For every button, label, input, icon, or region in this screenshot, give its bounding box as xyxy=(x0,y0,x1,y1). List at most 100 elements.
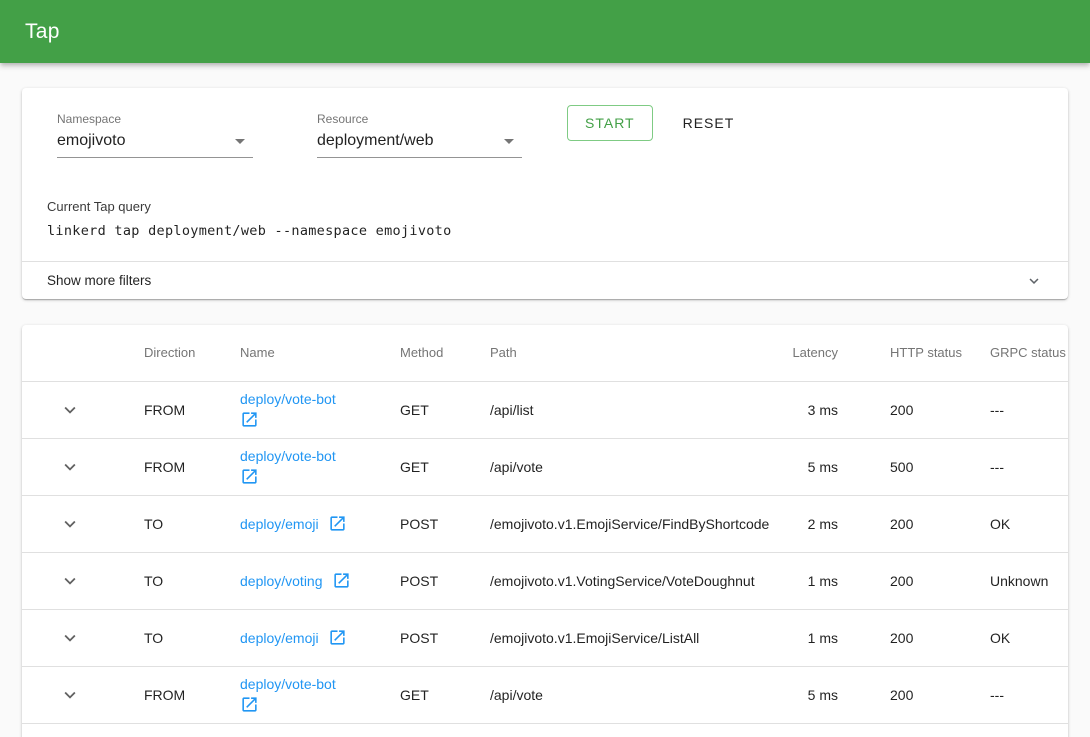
name-cell: deploy/emoji xyxy=(214,609,374,666)
latency-cell: 1 ms xyxy=(774,609,864,666)
http-status-cell: 200 xyxy=(864,552,964,609)
method-cell: POST xyxy=(374,552,464,609)
expand-row-button[interactable] xyxy=(55,509,85,539)
latency-cell: 5 ms xyxy=(774,438,864,495)
page-title: Tap xyxy=(25,20,60,44)
open-in-new-icon[interactable] xyxy=(240,467,259,486)
chevron-down-icon xyxy=(59,684,81,706)
chevron-down-icon xyxy=(59,513,81,535)
open-in-new-icon[interactable] xyxy=(332,571,351,590)
latency-cell: 2 ms xyxy=(774,495,864,552)
grpc-status-cell: OK xyxy=(964,609,1068,666)
path-cell: /api/vote xyxy=(464,438,774,495)
direction-cell: TO xyxy=(118,609,214,666)
method-cell: GET xyxy=(374,666,464,723)
tap-results-card: Direction Name Method Path Latency HTTP … xyxy=(22,325,1068,737)
table-row: FROM deploy/vote-bot GET /api/list 3 ms … xyxy=(22,381,1068,438)
grpc-status-cell: --- xyxy=(964,381,1068,438)
header-expand xyxy=(22,325,118,381)
method-cell: POST xyxy=(374,495,464,552)
resource-link[interactable]: deploy/vote-bot xyxy=(240,391,336,407)
header-http-status: HTTP status xyxy=(864,325,964,381)
direction-cell: TO xyxy=(118,552,214,609)
name-cell: deploy/emoji xyxy=(214,495,374,552)
query-label: Current Tap query xyxy=(47,199,1043,214)
path-cell: /emojivoto.v1.EmojiService/FindByShortco… xyxy=(464,495,774,552)
header-method: Method xyxy=(374,325,464,381)
direction-cell: TO xyxy=(118,495,214,552)
caret-down-icon xyxy=(235,139,245,144)
table-row: TO deploy/voting POST /emojivoto.v1.Voti… xyxy=(22,552,1068,609)
expand-row-button[interactable] xyxy=(55,566,85,596)
path-cell: /emojivoto.v1.EmojiService/ListAll xyxy=(464,609,774,666)
http-status-cell: 200 xyxy=(864,381,964,438)
namespace-select[interactable]: Namespace emojivoto xyxy=(57,112,253,158)
header-latency: Latency xyxy=(774,325,864,381)
resource-link[interactable]: deploy/emoji xyxy=(240,630,319,646)
show-more-filters-toggle[interactable]: Show more filters xyxy=(22,261,1068,299)
grpc-status-cell: --- xyxy=(964,438,1068,495)
table-row: TO deploy/emoji POST /emojivoto.v1.Emoji… xyxy=(22,609,1068,666)
resource-select[interactable]: Resource deployment/web xyxy=(317,112,522,158)
header-name: Name xyxy=(214,325,374,381)
resource-link[interactable]: deploy/vote-bot xyxy=(240,676,336,692)
table-row: FROM deploy/vote-bot GET /api/vote 5 ms … xyxy=(22,438,1068,495)
path-cell: /api/vote xyxy=(464,666,774,723)
expand-row-button[interactable] xyxy=(55,623,85,653)
resource-select-label: Resource xyxy=(317,112,522,126)
direction-cell: FROM xyxy=(118,381,214,438)
caret-down-icon xyxy=(504,139,514,144)
current-tap-query: Current Tap query linkerd tap deployment… xyxy=(47,199,1043,261)
grpc-status-cell: --- xyxy=(964,666,1068,723)
table-row: TO deploy/emoji POST /emojivoto.v1.Emoji… xyxy=(22,495,1068,552)
table-row: FROM deploy/vote-bot GET /api/vote 5 ms … xyxy=(22,666,1068,723)
table-header-row: Direction Name Method Path Latency HTTP … xyxy=(22,325,1068,381)
method-cell: POST xyxy=(374,609,464,666)
expand-row-button[interactable] xyxy=(55,680,85,710)
name-cell: deploy/voting xyxy=(214,552,374,609)
method-cell: GET xyxy=(374,381,464,438)
resource-select-control[interactable]: deployment/web xyxy=(317,132,522,158)
direction-cell: FROM xyxy=(118,438,214,495)
start-button[interactable]: START xyxy=(567,105,653,141)
table-bottom-spacer xyxy=(22,724,1068,737)
latency-cell: 1 ms xyxy=(774,552,864,609)
expand-row-button[interactable] xyxy=(55,452,85,482)
http-status-cell: 500 xyxy=(864,438,964,495)
grpc-status-cell: OK xyxy=(964,495,1068,552)
method-cell: GET xyxy=(374,438,464,495)
reset-button[interactable]: RESET xyxy=(675,107,743,139)
namespace-select-control[interactable]: emojivoto xyxy=(57,132,253,158)
resource-select-value: deployment/web xyxy=(317,132,434,150)
open-in-new-icon[interactable] xyxy=(328,514,347,533)
open-in-new-icon[interactable] xyxy=(240,695,259,714)
chevron-down-icon xyxy=(59,570,81,592)
latency-cell: 5 ms xyxy=(774,666,864,723)
open-in-new-icon[interactable] xyxy=(328,628,347,647)
query-command: linkerd tap deployment/web --namespace e… xyxy=(47,223,1043,239)
grpc-status-cell: Unknown xyxy=(964,552,1068,609)
expand-row-button[interactable] xyxy=(55,395,85,425)
main-content: Namespace emojivoto Resource deployment/… xyxy=(0,88,1090,737)
chevron-down-icon xyxy=(59,627,81,649)
name-cell: deploy/vote-bot xyxy=(214,381,374,438)
show-more-filters-label: Show more filters xyxy=(47,273,151,288)
resource-link[interactable]: deploy/emoji xyxy=(240,516,319,532)
resource-link[interactable]: deploy/vote-bot xyxy=(240,448,336,464)
namespace-select-label: Namespace xyxy=(57,112,253,126)
chevron-down-icon[interactable] xyxy=(1025,272,1043,290)
name-cell: deploy/vote-bot xyxy=(214,438,374,495)
direction-cell: FROM xyxy=(118,666,214,723)
header-grpc-status: GRPC status xyxy=(964,325,1068,381)
path-cell: /api/list xyxy=(464,381,774,438)
latency-cell: 3 ms xyxy=(774,381,864,438)
app-bar: Tap xyxy=(0,0,1090,63)
resource-link[interactable]: deploy/voting xyxy=(240,573,323,589)
tap-filter-card: Namespace emojivoto Resource deployment/… xyxy=(22,88,1068,299)
http-status-cell: 200 xyxy=(864,609,964,666)
open-in-new-icon[interactable] xyxy=(240,410,259,429)
http-status-cell: 200 xyxy=(864,495,964,552)
http-status-cell: 200 xyxy=(864,666,964,723)
name-cell: deploy/vote-bot xyxy=(214,666,374,723)
chevron-down-icon xyxy=(59,399,81,421)
